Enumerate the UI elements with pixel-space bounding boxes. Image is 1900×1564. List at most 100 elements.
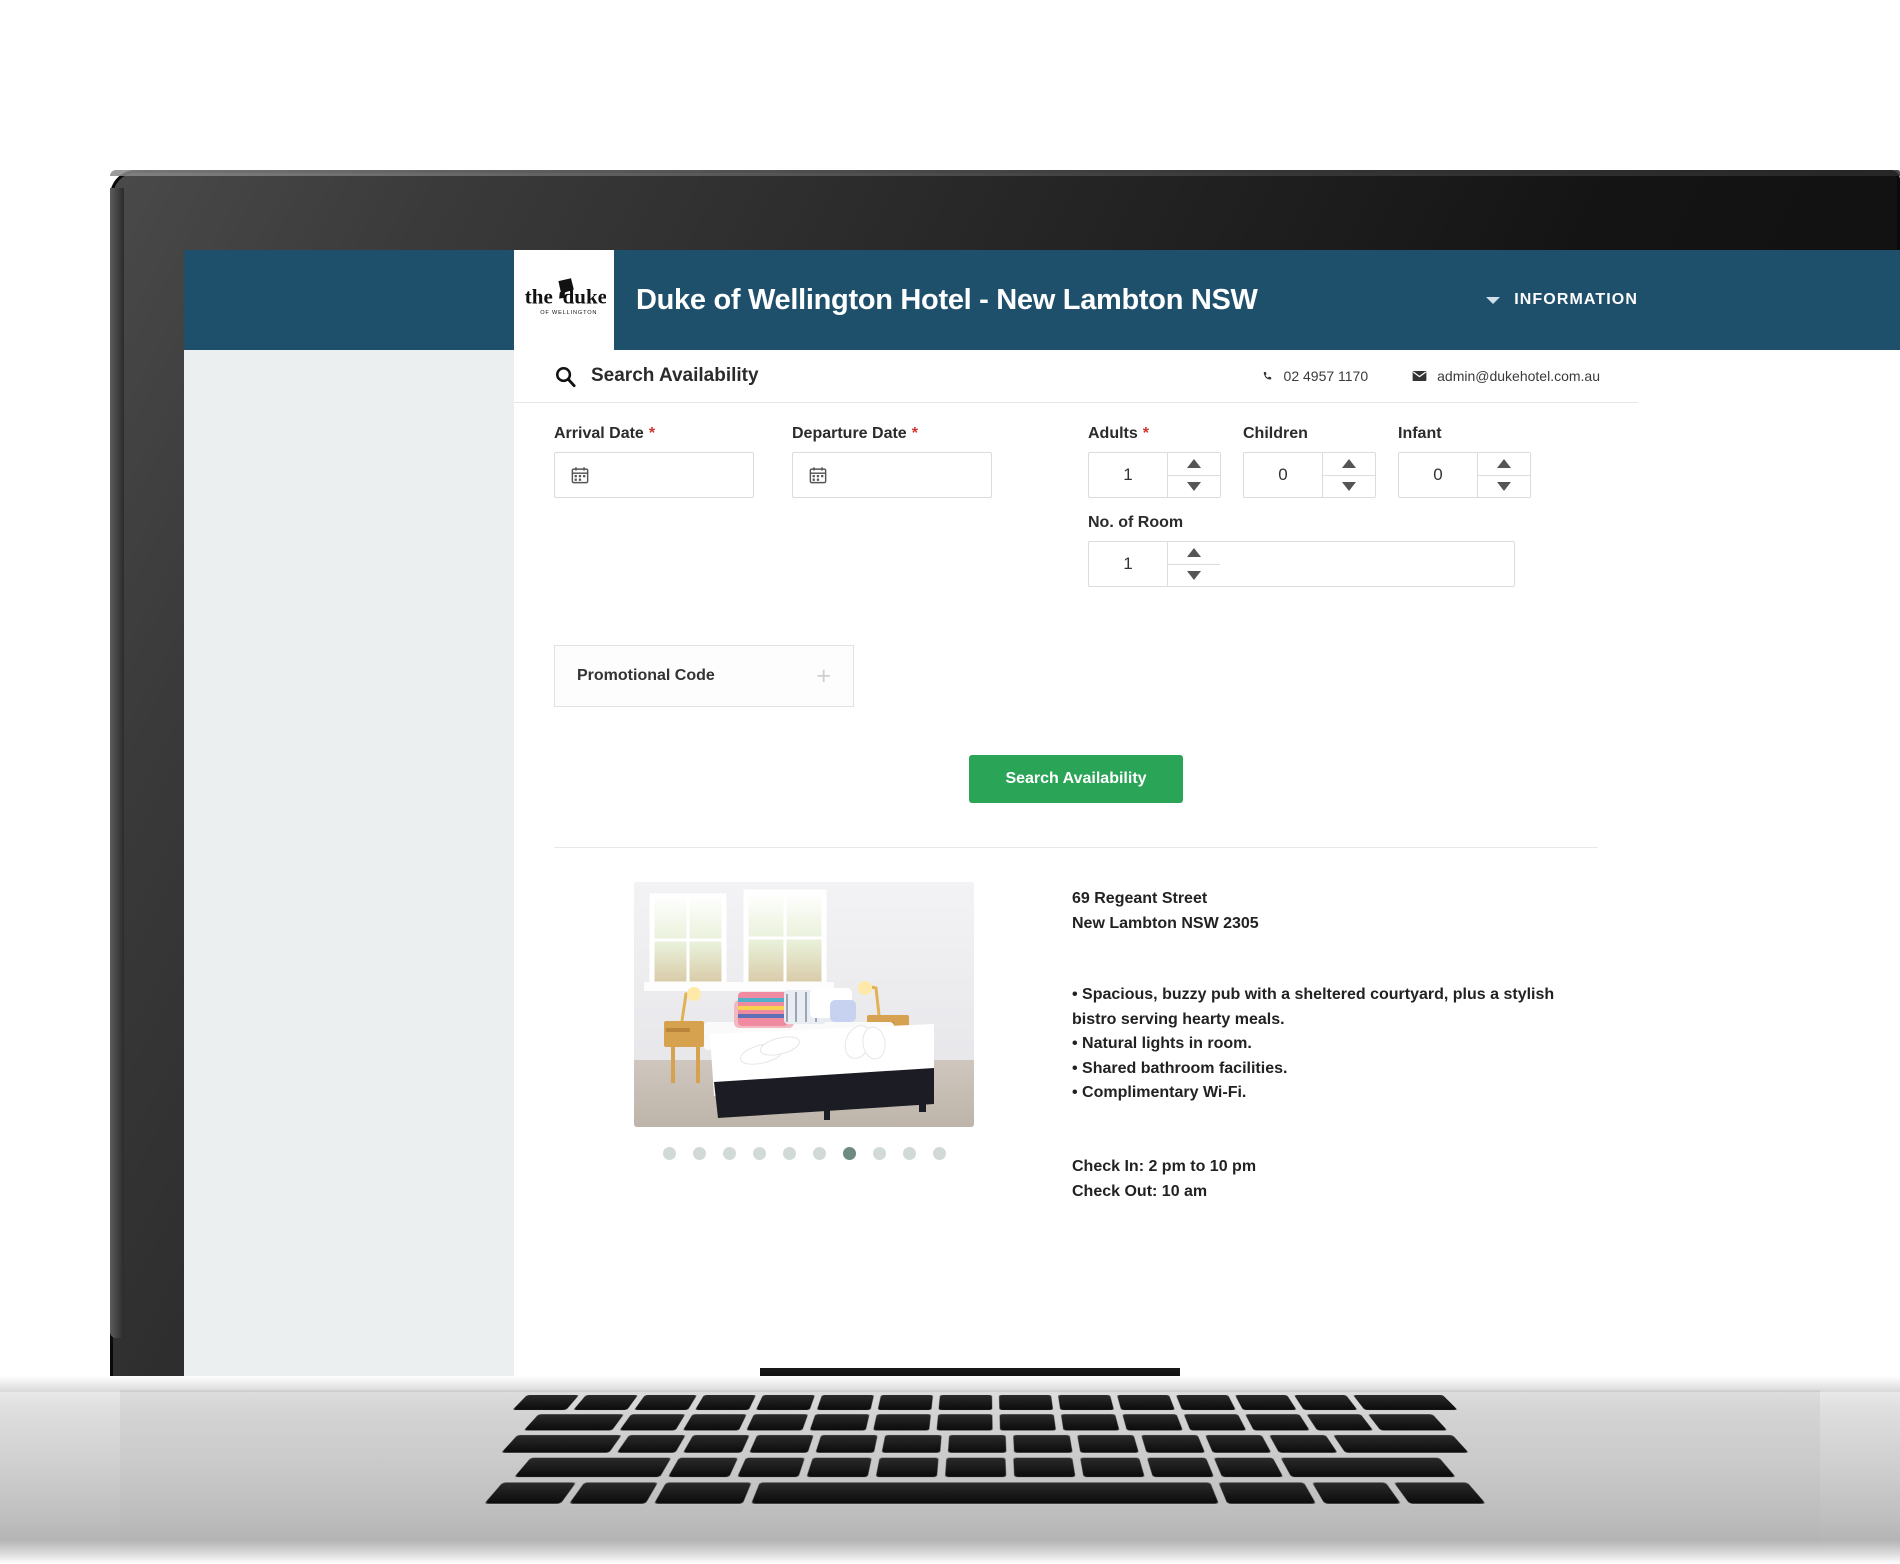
search-availability-button[interactable]: Search Availability xyxy=(969,755,1183,803)
gallery-dot[interactable] xyxy=(752,1147,766,1160)
departure-required-marker: * xyxy=(911,425,918,442)
infant-label: Infant xyxy=(1398,425,1442,442)
key xyxy=(573,1395,638,1411)
feature-item: • Natural lights in room. xyxy=(1072,1035,1252,1052)
key xyxy=(1353,1395,1458,1411)
children-stepper[interactable]: 0 xyxy=(1243,452,1376,498)
key xyxy=(1080,1457,1145,1478)
adults-required-marker: * xyxy=(1142,425,1150,442)
departure-date-input[interactable] xyxy=(792,452,992,498)
rooms-label: No. of Room xyxy=(1088,514,1184,531)
email-contact[interactable]: admin@dukehotel.com.au xyxy=(1412,368,1600,384)
laptop-screen: the duke OF WELLINGTON Duke of Wellingto… xyxy=(184,250,1900,1515)
booking-widget: Search Availability 02 4957 1170 admin@d… xyxy=(514,350,1638,1515)
brand-logo[interactable]: the duke OF WELLINGTON xyxy=(514,250,614,350)
key xyxy=(872,1414,931,1431)
children-increment-button[interactable] xyxy=(1323,453,1375,476)
gallery-dot[interactable] xyxy=(902,1147,916,1160)
arrival-date-label: Arrival Date * xyxy=(554,425,754,443)
adults-decrement-button[interactable] xyxy=(1168,475,1220,497)
rooms-increment-button[interactable] xyxy=(1168,542,1220,565)
phone-contact[interactable]: 02 4957 1170 xyxy=(1261,368,1369,384)
key xyxy=(514,1457,672,1478)
nav-item-information[interactable]: INFORMATION xyxy=(1514,291,1638,309)
key xyxy=(654,1482,752,1504)
key xyxy=(1306,1414,1373,1431)
caret-up-icon xyxy=(1187,548,1201,558)
rooms-stepper[interactable]: 1 xyxy=(1088,541,1515,587)
promotional-code-toggle[interactable]: Promotional Code + xyxy=(554,645,854,707)
key xyxy=(695,1395,756,1411)
infant-stepper-buttons xyxy=(1478,453,1530,497)
key xyxy=(938,1395,993,1411)
key xyxy=(755,1395,815,1411)
key xyxy=(815,1435,878,1453)
rooms-stepper-buttons xyxy=(1168,542,1220,586)
feature-list: • Spacious, buzzy pub with a sheltered c… xyxy=(1072,983,1562,1106)
key xyxy=(1077,1435,1139,1453)
gallery-dot[interactable] xyxy=(692,1147,706,1160)
phone-number: 02 4957 1170 xyxy=(1283,368,1369,384)
infant-value[interactable]: 0 xyxy=(1399,453,1478,497)
feature-item: • Shared bathroom facilities. xyxy=(1072,1059,1288,1077)
spacebar-key xyxy=(751,1482,1219,1504)
gallery-dot[interactable] xyxy=(932,1147,946,1160)
left-gutter xyxy=(184,350,514,1515)
infant-increment-button[interactable] xyxy=(1478,453,1530,476)
caret-up-icon xyxy=(1497,459,1511,469)
property-details: 69 Regeant Street New Lambton NSW 2305 •… xyxy=(514,848,1638,1204)
plus-icon[interactable]: + xyxy=(816,663,831,689)
key xyxy=(1244,1414,1310,1431)
field-departure-date: Departure Date * xyxy=(792,425,992,498)
arrival-date-label-text: Arrival Date xyxy=(554,425,644,442)
key xyxy=(682,1414,747,1431)
gallery-dot-active[interactable] xyxy=(842,1147,856,1160)
key xyxy=(634,1395,697,1411)
field-adults: Adults * 1 xyxy=(1088,425,1221,498)
gallery-dot[interactable] xyxy=(812,1147,826,1160)
gallery-dot[interactable] xyxy=(722,1147,736,1160)
key xyxy=(745,1414,808,1431)
gallery-dot[interactable] xyxy=(872,1147,886,1160)
children-value[interactable]: 0 xyxy=(1244,453,1323,497)
arrival-required-marker: * xyxy=(648,425,656,442)
chevron-down-icon[interactable] xyxy=(1486,296,1501,304)
adults-value[interactable]: 1 xyxy=(1089,453,1168,497)
rooms-decrement-button[interactable] xyxy=(1168,564,1220,586)
room-photo[interactable] xyxy=(634,882,974,1127)
key xyxy=(1121,1414,1183,1431)
key xyxy=(1141,1435,1205,1453)
children-label: Children xyxy=(1243,425,1308,442)
adults-label-text: Adults xyxy=(1088,425,1138,442)
key xyxy=(1183,1414,1246,1431)
key xyxy=(512,1395,579,1411)
key xyxy=(1146,1457,1214,1478)
site-header: the duke OF WELLINGTON Duke of Wellingto… xyxy=(184,250,1900,350)
caret-down-icon xyxy=(1342,481,1356,491)
key xyxy=(523,1414,624,1431)
gallery-dot[interactable] xyxy=(782,1147,796,1160)
gallery-dot[interactable] xyxy=(662,1147,676,1160)
page-body: Search Availability 02 4957 1170 admin@d… xyxy=(184,350,1900,1515)
key xyxy=(616,1435,686,1453)
rooms-value[interactable]: 1 xyxy=(1089,542,1168,586)
key xyxy=(947,1435,1007,1453)
key xyxy=(809,1414,869,1431)
infant-decrement-button[interactable] xyxy=(1478,475,1530,497)
children-decrement-button[interactable] xyxy=(1323,475,1375,497)
svg-text:duke: duke xyxy=(563,285,606,309)
arrival-date-input[interactable] xyxy=(554,452,754,498)
key xyxy=(1013,1457,1076,1478)
keyboard-row xyxy=(93,1435,1877,1453)
departure-date-label-text: Departure Date xyxy=(792,425,907,442)
feature-item: • Spacious, buzzy pub with a sheltered c… xyxy=(1072,986,1555,1028)
infant-stepper[interactable]: 0 xyxy=(1398,452,1531,498)
key xyxy=(569,1482,658,1504)
adults-increment-button[interactable] xyxy=(1168,453,1220,476)
base-bottom-fade xyxy=(0,1540,1900,1564)
email-address: admin@dukehotel.com.au xyxy=(1437,368,1600,384)
key xyxy=(945,1457,1007,1478)
key xyxy=(1312,1482,1401,1504)
adults-stepper[interactable]: 1 xyxy=(1088,452,1221,498)
key xyxy=(501,1435,622,1453)
